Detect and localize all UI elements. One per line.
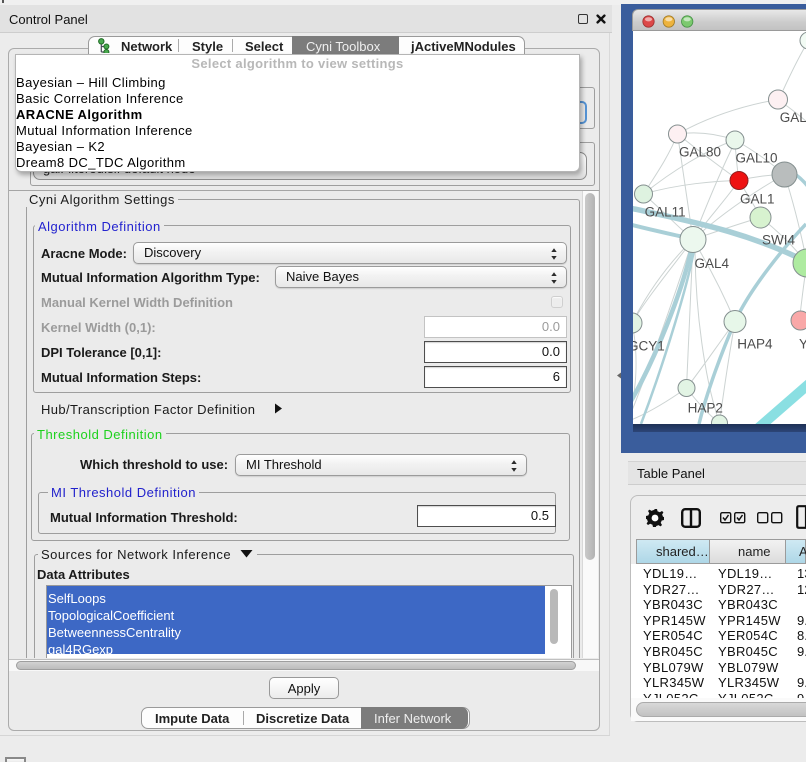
svg-text:GAL: GAL bbox=[780, 110, 806, 125]
svg-text:GAL11: GAL11 bbox=[645, 205, 686, 220]
svg-text:GCY1: GCY1 bbox=[633, 339, 665, 354]
svg-text:GAL80: GAL80 bbox=[679, 145, 721, 160]
svg-text:HAP2: HAP2 bbox=[688, 400, 723, 415]
svg-text:GAL1: GAL1 bbox=[740, 192, 775, 207]
svg-text:GAL4: GAL4 bbox=[695, 256, 730, 271]
svg-text:Y: Y bbox=[799, 336, 806, 351]
svg-text:SWI4: SWI4 bbox=[762, 232, 795, 247]
svg-text:HAP4: HAP4 bbox=[737, 336, 773, 351]
svg-text:GAL10: GAL10 bbox=[736, 151, 778, 166]
